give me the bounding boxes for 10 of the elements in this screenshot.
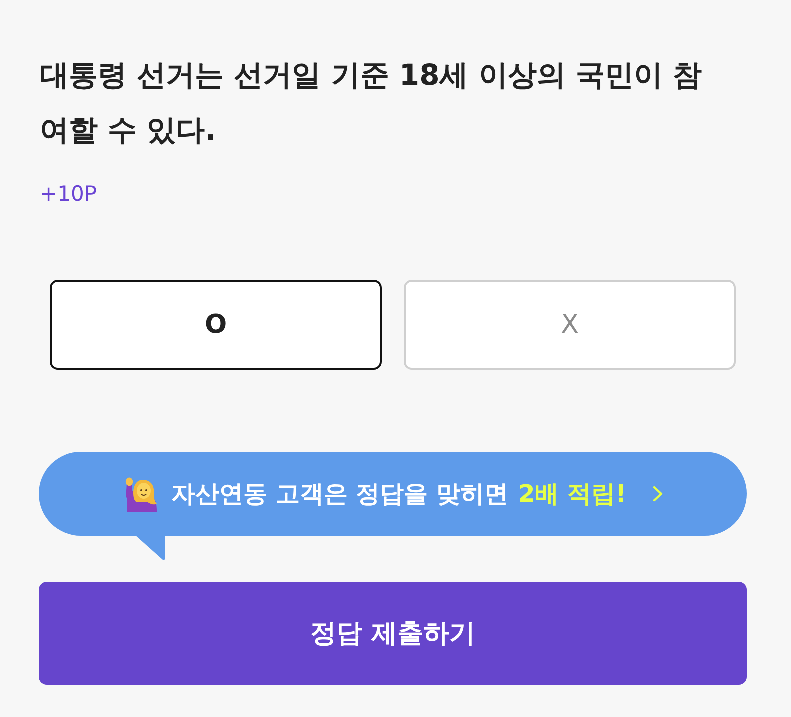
chevron-right-icon (652, 486, 663, 502)
promo-highlight: 2배 적립! (518, 479, 627, 510)
answer-option[interactable]: X (404, 280, 736, 370)
submit-button[interactable]: 정답 제출하기 (39, 582, 747, 685)
question-text: 대통령 선거는 선거일 기준 18세 이상의 국민이 참여할 수 있다. (40, 57, 704, 149)
speech-bubble-tail (135, 535, 165, 561)
person-raising-hand-icon (123, 476, 160, 512)
promo-text: 자산연동 고객은 정답을 맞히면 (171, 479, 509, 510)
answer-option[interactable]: O (50, 280, 382, 370)
points-reward: +10P (40, 181, 97, 208)
